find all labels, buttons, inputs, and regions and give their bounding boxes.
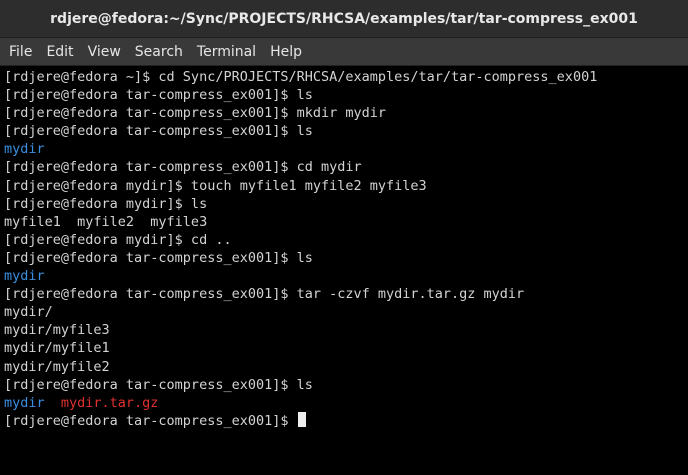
menu-terminal[interactable]: Terminal — [190, 38, 263, 66]
terminal-line: [rdjere@fedora tar-compress_ex001]$ ls — [4, 87, 313, 104]
terminal-line: mydir/ — [4, 304, 53, 321]
terminal-window: rdjere@fedora:~/Sync/PROJECTS/RHCSA/exam… — [0, 0, 688, 475]
terminal-line-directory: mydir — [4, 141, 45, 158]
terminal-line: [rdjere@fedora mydir]$ ls — [4, 195, 208, 212]
terminal-prompt: [rdjere@fedora tar-compress_ex001]$ — [4, 412, 297, 429]
terminal-output[interactable]: [rdjere@fedora ~]$ cd Sync/PROJECTS/RHCS… — [0, 66, 688, 475]
terminal-line: [rdjere@fedora tar-compress_ex001]$ cd m… — [4, 159, 362, 176]
terminal-line: mydir/myfile1 — [4, 340, 110, 357]
menu-help[interactable]: Help — [263, 38, 309, 66]
text-cursor — [297, 412, 306, 428]
ls-entry-archive: mydir.tar.gz — [60, 394, 159, 411]
terminal-line: myfile1 myfile2 myfile3 — [4, 213, 208, 230]
terminal-line-directory: mydir — [4, 268, 45, 285]
terminal-line: [rdjere@fedora tar-compress_ex001]$ ls — [4, 249, 313, 266]
terminal-line: [rdjere@fedora tar-compress_ex001]$ ls — [4, 376, 313, 393]
terminal-line: [rdjere@fedora mydir]$ touch myfile1 myf… — [4, 177, 427, 194]
terminal-line: [rdjere@fedora tar-compress_ex001]$ tar … — [4, 286, 525, 303]
terminal-line: mydir/myfile2 — [4, 358, 110, 375]
terminal-line-ls-output: mydir mydir.tar.gz — [4, 394, 684, 412]
terminal-line: [rdjere@fedora tar-compress_ex001]$ mkdi… — [4, 105, 387, 122]
window-title: rdjere@fedora:~/Sync/PROJECTS/RHCSA/exam… — [50, 10, 638, 27]
terminal-line: [rdjere@fedora mydir]$ cd .. — [4, 231, 232, 248]
ls-entry-directory: mydir — [4, 394, 45, 411]
window-titlebar[interactable]: rdjere@fedora:~/Sync/PROJECTS/RHCSA/exam… — [0, 0, 688, 38]
menu-view[interactable]: View — [81, 38, 128, 66]
terminal-line: [rdjere@fedora tar-compress_ex001]$ ls — [4, 123, 313, 140]
menu-file[interactable]: File — [2, 38, 39, 66]
menu-search[interactable]: Search — [128, 38, 190, 66]
terminal-prompt-line[interactable]: [rdjere@fedora tar-compress_ex001]$ — [4, 412, 684, 430]
menu-edit[interactable]: Edit — [39, 38, 80, 66]
menu-bar: File Edit View Search Terminal Help — [0, 38, 688, 66]
ls-separator — [45, 395, 61, 411]
terminal-line: [rdjere@fedora ~]$ cd Sync/PROJECTS/RHCS… — [4, 69, 598, 85]
terminal-line: mydir/myfile3 — [4, 322, 110, 339]
